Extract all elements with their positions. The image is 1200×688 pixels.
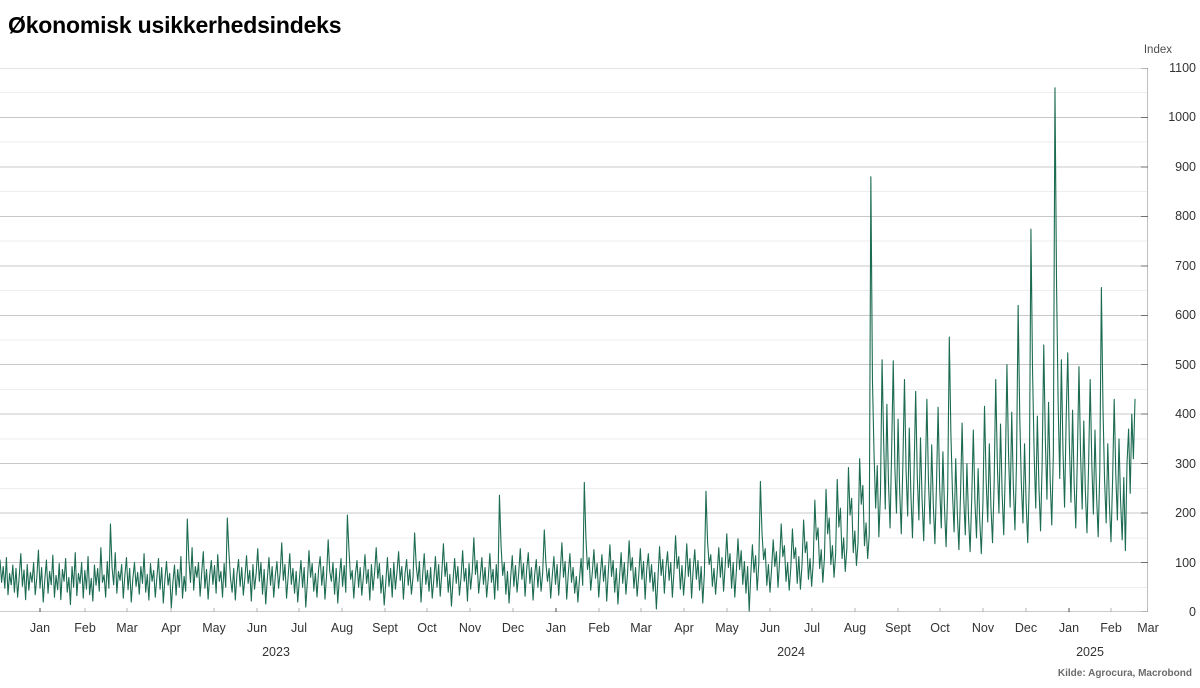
y-tick-label: 200	[1175, 506, 1196, 521]
x-tick-label: Mar	[630, 621, 652, 635]
x-tick-label: May	[715, 621, 739, 635]
plot-area	[0, 68, 1148, 612]
x-tick-label: Jun	[246, 621, 268, 635]
x-tick-label: Oct	[417, 621, 437, 635]
y-axis-unit-label: Index	[1143, 44, 1172, 56]
series-line-uncertainty-index	[0, 87, 1136, 612]
x-tick-label: Oct	[930, 621, 950, 635]
chart-canvas	[0, 68, 1148, 612]
x-tick-label: Sept	[885, 621, 911, 635]
x-tick-label: Sept	[372, 621, 398, 635]
x-tick-label: Apr	[161, 621, 181, 635]
x-tick-label: Dec	[1014, 621, 1038, 635]
y-tick-label: 100	[1175, 555, 1196, 570]
x-tick-label: Jun	[759, 621, 781, 635]
y-tick-label: 500	[1175, 357, 1196, 372]
x-tick-label: Jul	[291, 621, 307, 635]
x-tick-label: Dec	[501, 621, 525, 635]
x-tick-label: Apr	[674, 621, 694, 635]
source-note: Kilde: Agrocura, Macrobond	[1057, 668, 1192, 679]
chart-page: Økonomisk usikkerhedsindeks Index 0 100 20…	[0, 0, 1200, 688]
x-tick-label: Mar	[116, 621, 138, 635]
x-tick-label: Jan	[545, 621, 567, 635]
x-tick-label: Jan	[1058, 621, 1080, 635]
x-tick-label: Mar	[1137, 621, 1159, 635]
x-tick-label: Feb	[74, 621, 96, 635]
x-tick-label: Jul	[804, 621, 820, 635]
y-tick-label: 1100	[1169, 61, 1196, 75]
x-axis-labels: Jan Feb Mar Apr May Jun Jul Aug Sept Oct Nov Dec Jan…	[0, 612, 1159, 682]
x-tick-label: Jan	[29, 621, 51, 635]
x-tick-label: Feb	[588, 621, 610, 635]
y-tick-label: 800	[1175, 209, 1196, 224]
x-tick-label: May	[202, 621, 226, 635]
x-axis-year-label: 2024	[777, 645, 805, 659]
page-title: Økonomisk usikkerhedsindeks	[8, 12, 342, 38]
y-tick-label: 1000	[1168, 110, 1196, 125]
y-axis-labels: 0 100 200 300 400 500 600 700 800 900 1000 1100	[1152, 61, 1200, 619]
y-tick-label: 700	[1175, 258, 1196, 273]
y-tick-label: 600	[1175, 308, 1196, 323]
x-tick-label: Feb	[1100, 621, 1122, 635]
x-tick-label: Nov	[458, 621, 482, 635]
x-axis-year-label: 2023	[262, 645, 290, 659]
x-tick-label: Aug	[330, 621, 354, 635]
x-tick-label: Aug	[843, 621, 867, 635]
x-axis-year-label: 2025	[1076, 645, 1104, 659]
x-tick-label: Nov	[971, 621, 995, 635]
y-tick-label: 900	[1175, 159, 1196, 174]
y-tick-label: 400	[1175, 407, 1196, 422]
y-tick-label: 300	[1175, 456, 1196, 471]
y-tick-label: 0	[1189, 605, 1196, 619]
